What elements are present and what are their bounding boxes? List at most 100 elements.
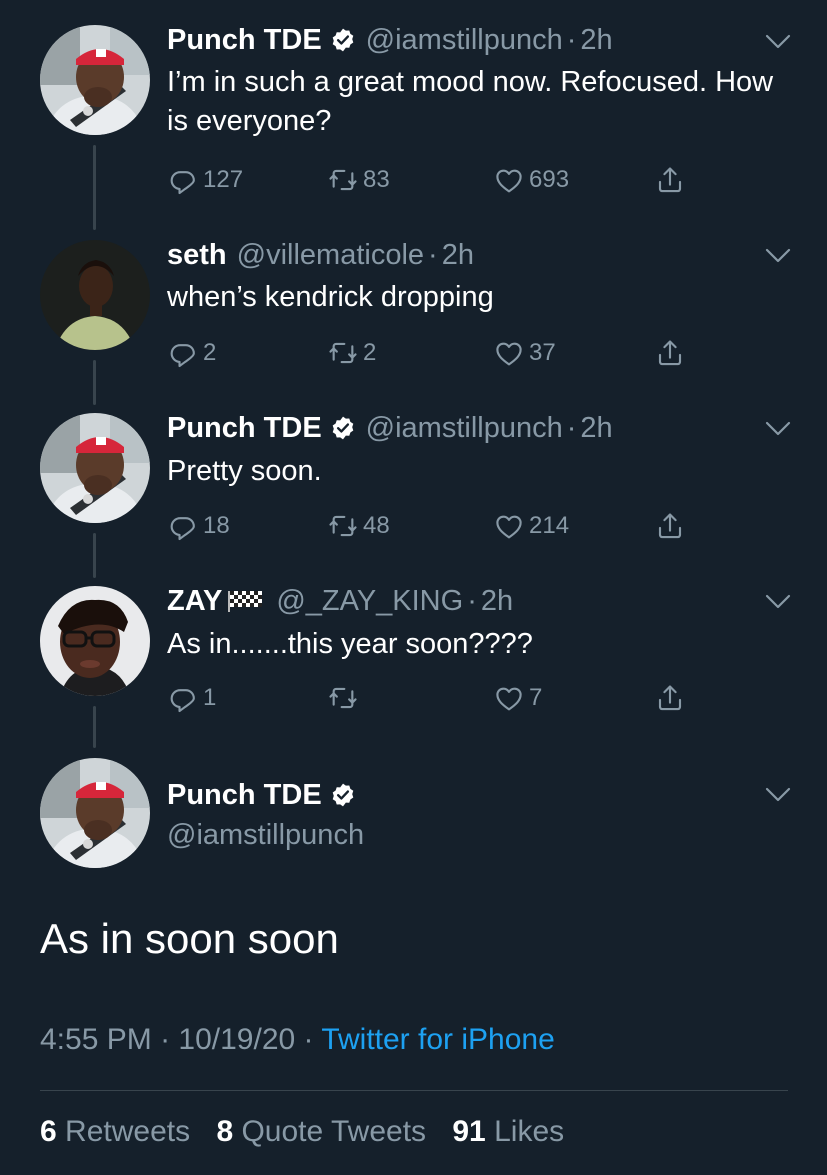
share-button[interactable] — [654, 162, 690, 198]
retweet-count: 83 — [363, 166, 390, 193]
retweets-label: Retweets — [65, 1115, 191, 1148]
tweet-header: Punch TDE @iamstillpunch · 2h — [167, 408, 613, 448]
heart-icon — [493, 164, 525, 196]
share-button[interactable] — [654, 508, 690, 544]
separator-dot: · — [566, 411, 577, 444]
reply-icon — [167, 164, 199, 196]
user-handle[interactable]: @iamstillpunch — [167, 819, 364, 852]
user-handle[interactable]: @iamstillpunch — [366, 412, 563, 445]
like-button[interactable]: 7 — [493, 680, 542, 716]
retweets-count: 6 — [40, 1115, 57, 1148]
tweet-text: As in.......this year soon???? — [167, 628, 533, 660]
like-count: 693 — [529, 166, 570, 193]
main-tweet-text: As in soon soon — [40, 915, 339, 962]
tweet-time[interactable]: 2h — [442, 239, 474, 272]
like-button[interactable]: 693 — [493, 162, 569, 198]
heart-icon — [493, 337, 525, 369]
quote-tweets-count: 8 — [216, 1115, 234, 1148]
separator-dot: · — [160, 1023, 179, 1056]
reply-icon — [167, 510, 199, 542]
divider — [40, 1090, 788, 1091]
quote-tweets-label: Quote Tweets — [241, 1115, 427, 1148]
likes-count: 91 — [452, 1115, 486, 1148]
retweet-button[interactable] — [327, 680, 363, 716]
reply-count: 1 — [203, 684, 217, 711]
share-icon — [654, 164, 686, 196]
separator-dot: · — [566, 23, 577, 56]
tweet-time[interactable]: 4:55 PM — [40, 1023, 152, 1056]
retweet-count: 2 — [363, 339, 377, 366]
user-name[interactable]: ZAY — [167, 585, 222, 618]
reply-button[interactable]: 18 — [167, 508, 230, 544]
avatar[interactable] — [40, 25, 150, 135]
share-button[interactable] — [654, 680, 690, 716]
like-count: 214 — [529, 512, 570, 539]
tweet-text: I’m in such a great mood now. Refocused.… — [167, 66, 774, 137]
chevron-down-icon[interactable] — [764, 246, 792, 266]
reply-button[interactable]: 127 — [167, 162, 243, 198]
verified-badge-icon — [330, 415, 356, 441]
retweet-button[interactable]: 2 — [327, 335, 376, 371]
like-button[interactable]: 214 — [493, 508, 569, 544]
tweet-actions: 18 48 214 — [167, 508, 707, 544]
avatar[interactable] — [40, 240, 150, 350]
quote-tweets-stat[interactable]: 8 Quote Tweets — [216, 1115, 434, 1148]
reply-icon — [167, 337, 199, 369]
avatar[interactable] — [40, 586, 150, 696]
reply-button[interactable]: 1 — [167, 680, 216, 716]
user-handle[interactable]: @villematicole — [237, 239, 424, 272]
tweet-header: Punch TDE @iamstillpunch · 2h — [167, 20, 613, 60]
reply-count: 2 — [203, 339, 217, 366]
avatar[interactable] — [40, 758, 150, 868]
chevron-down-icon[interactable] — [764, 32, 792, 52]
tweet-header: seth @villematicole · 2h — [167, 235, 474, 275]
user-name[interactable]: Punch TDE — [167, 412, 322, 445]
retweet-button[interactable]: 83 — [327, 162, 390, 198]
retweet-icon — [327, 164, 359, 196]
tweet-actions: 127 83 693 — [167, 162, 707, 198]
chevron-down-icon[interactable] — [764, 419, 792, 439]
like-count: 37 — [529, 339, 556, 366]
user-handle[interactable]: @iamstillpunch — [366, 24, 563, 57]
retweets-stat[interactable]: 6 Retweets — [40, 1115, 198, 1148]
likes-stat[interactable]: 91 Likes — [452, 1115, 564, 1148]
share-button[interactable] — [654, 335, 690, 371]
chevron-down-icon[interactable] — [764, 785, 792, 805]
reply-count: 127 — [203, 166, 244, 193]
thread-line — [93, 706, 96, 748]
like-count: 7 — [529, 684, 543, 711]
retweet-count: 48 — [363, 512, 390, 539]
retweet-icon — [327, 510, 359, 542]
separator-dot: · — [467, 584, 477, 617]
tweet-meta: 4:55 PM · 10/19/20 · Twitter for iPhone — [40, 1023, 555, 1057]
user-name[interactable]: Punch TDE — [167, 24, 322, 57]
user-name[interactable]: seth — [167, 239, 227, 272]
tweet-time[interactable]: 2h — [580, 412, 612, 445]
chevron-down-icon[interactable] — [764, 592, 792, 612]
likes-label: Likes — [494, 1115, 565, 1148]
tweet-time[interactable]: 2h — [580, 24, 612, 57]
tweet-source-link[interactable]: Twitter for iPhone — [321, 1023, 554, 1056]
heart-icon — [493, 682, 525, 714]
tweet-text: when’s kendrick dropping — [167, 281, 494, 313]
share-icon — [654, 337, 686, 369]
tweet-text: Pretty soon. — [167, 455, 322, 487]
tweet-header: ZAY @_ZAY_KING · 2h — [167, 581, 513, 621]
reply-button[interactable]: 2 — [167, 335, 216, 371]
like-button[interactable]: 37 — [493, 335, 556, 371]
thread-line — [93, 360, 96, 405]
thread-line — [93, 533, 96, 578]
share-icon — [654, 682, 686, 714]
tweet-time[interactable]: 2h — [481, 585, 513, 618]
tweet-date[interactable]: 10/19/20 — [178, 1023, 295, 1056]
heart-icon — [493, 510, 525, 542]
retweet-icon — [327, 337, 359, 369]
user-name[interactable]: Punch TDE — [167, 779, 322, 812]
retweet-button[interactable]: 48 — [327, 508, 390, 544]
avatar[interactable] — [40, 413, 150, 523]
share-icon — [654, 510, 686, 542]
main-tweet-header: Punch TDE — [167, 775, 356, 815]
user-handle[interactable]: @_ZAY_KING — [276, 585, 463, 618]
reply-count: 18 — [203, 512, 230, 539]
separator-dot: · — [303, 1023, 322, 1056]
